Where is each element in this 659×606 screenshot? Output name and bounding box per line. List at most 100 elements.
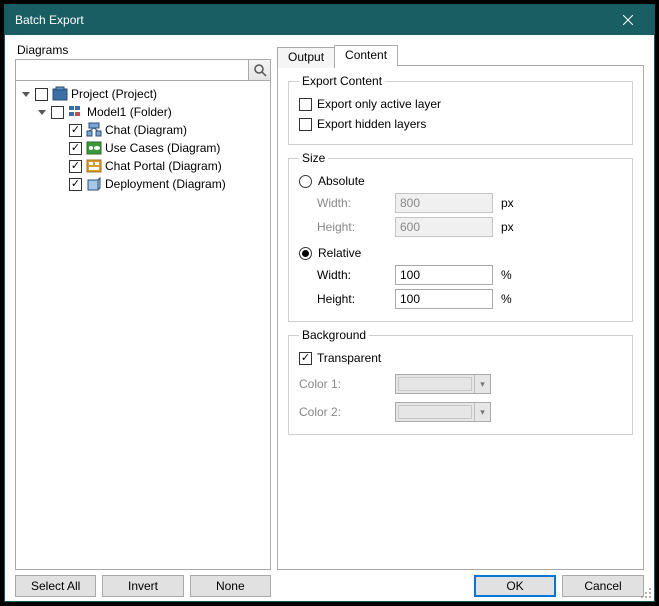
tree-node-label: Use Cases (Diagram) <box>105 141 220 155</box>
relative-width-row: Width: % <box>317 263 624 287</box>
transparent-label: Transparent <box>317 351 381 365</box>
abs-width-input <box>395 193 493 213</box>
color2-row: Color 2: ▾ <box>299 400 624 424</box>
search-icon <box>253 63 267 77</box>
none-button[interactable]: None <box>190 575 271 597</box>
expand-toggle[interactable] <box>20 88 32 100</box>
tree-node-label: Project (Project) <box>71 87 157 101</box>
size-legend: Size <box>299 151 328 165</box>
color1-row: Color 1: ▾ <box>299 372 624 396</box>
color1-label: Color 1: <box>299 377 395 391</box>
project-icon <box>52 86 68 102</box>
tree-node-deployment[interactable]: Deployment (Diagram) <box>18 175 268 193</box>
chevron-down-icon <box>38 108 46 116</box>
export-only-active-layer-row[interactable]: Export only active layer <box>299 94 624 114</box>
tree-checkbox[interactable] <box>51 106 64 119</box>
tree-node-use-cases[interactable]: Use Cases (Diagram) <box>18 139 268 157</box>
tab-content[interactable]: Content <box>334 45 398 66</box>
batch-export-dialog: Batch Export Diagrams Project (Project) <box>4 4 655 602</box>
tree-node-project[interactable]: Project (Project) <box>18 85 268 103</box>
tree-button-row: Select All Invert None <box>15 575 271 597</box>
export-only-active-layer-checkbox[interactable] <box>299 98 312 111</box>
class-diagram-icon <box>86 122 102 138</box>
portal-diagram-icon <box>86 158 102 174</box>
tabs: Output Content <box>277 45 644 66</box>
diagrams-pane: Diagrams Project (Project) <box>15 43 271 597</box>
search-input[interactable] <box>15 59 249 81</box>
close-button[interactable] <box>606 5 650 35</box>
expand-toggle[interactable] <box>36 106 48 118</box>
titlebar: Batch Export <box>5 5 654 35</box>
tree-checkbox[interactable] <box>69 124 82 137</box>
tree-node-label: Model1 (Folder) <box>87 105 172 119</box>
usecase-diagram-icon <box>86 140 102 156</box>
color2-picker: ▾ <box>395 402 491 422</box>
tree-checkbox[interactable] <box>69 142 82 155</box>
export-content-group: Export Content Export only active layer … <box>288 74 633 145</box>
relative-height-row: Height: % <box>317 287 624 311</box>
abs-height-input <box>395 217 493 237</box>
absolute-height-row: Height: px <box>317 215 624 239</box>
select-all-button[interactable]: Select All <box>15 575 96 597</box>
tree-node-chat[interactable]: Chat (Diagram) <box>18 121 268 139</box>
tree-node-label: Deployment (Diagram) <box>105 177 226 191</box>
size-group: Size Absolute Width: px Height: px <box>288 151 633 322</box>
export-hidden-layers-checkbox[interactable] <box>299 118 312 131</box>
relative-radio-row[interactable]: Relative <box>299 243 624 263</box>
transparent-row[interactable]: Transparent <box>299 348 624 368</box>
absolute-radio[interactable] <box>299 175 312 188</box>
diagrams-label: Diagrams <box>17 43 271 57</box>
color1-swatch <box>398 377 472 391</box>
absolute-label: Absolute <box>318 174 365 188</box>
invert-button[interactable]: Invert <box>102 575 183 597</box>
rel-height-unit: % <box>501 292 512 306</box>
rel-height-input[interactable] <box>395 289 493 309</box>
window-title: Batch Export <box>15 13 606 27</box>
rel-width-input[interactable] <box>395 265 493 285</box>
search-button[interactable] <box>249 59 271 81</box>
resize-grip[interactable] <box>638 585 652 599</box>
abs-width-unit: px <box>501 196 514 210</box>
tab-output[interactable]: Output <box>277 47 335 68</box>
content-tab-panel: Export Content Export only active layer … <box>277 65 644 570</box>
search-row <box>15 59 271 81</box>
absolute-radio-row[interactable]: Absolute <box>299 171 624 191</box>
cancel-button[interactable]: Cancel <box>562 575 644 597</box>
folder-icon <box>68 104 84 120</box>
abs-width-label: Width: <box>317 196 395 210</box>
tree-node-label: Chat (Diagram) <box>105 123 187 137</box>
absolute-width-row: Width: px <box>317 191 624 215</box>
background-legend: Background <box>299 328 369 342</box>
relative-radio[interactable] <box>299 247 312 260</box>
abs-height-label: Height: <box>317 220 395 234</box>
chevron-down-icon: ▾ <box>474 403 490 421</box>
tree-checkbox[interactable] <box>69 160 82 173</box>
ok-button[interactable]: OK <box>474 575 556 597</box>
export-content-legend: Export Content <box>299 74 385 88</box>
rel-height-label: Height: <box>317 292 395 306</box>
close-icon <box>623 15 633 25</box>
options-pane: Output Content Export Content Export onl… <box>277 43 644 597</box>
export-hidden-layers-row[interactable]: Export hidden layers <box>299 114 624 134</box>
tree-checkbox[interactable] <box>69 178 82 191</box>
export-hidden-layers-label: Export hidden layers <box>317 117 426 131</box>
rel-width-label: Width: <box>317 268 395 282</box>
dialog-button-row: OK Cancel <box>277 575 644 597</box>
color2-label: Color 2: <box>299 405 395 419</box>
color1-picker: ▾ <box>395 374 491 394</box>
abs-height-unit: px <box>501 220 514 234</box>
chevron-down-icon: ▾ <box>474 375 490 393</box>
diagram-tree[interactable]: Project (Project) Model1 (Folder) Chat (… <box>15 81 271 570</box>
chevron-down-icon <box>22 90 30 98</box>
tree-checkbox[interactable] <box>35 88 48 101</box>
export-only-active-layer-label: Export only active layer <box>317 97 441 111</box>
color2-swatch <box>398 405 472 419</box>
content-area: Diagrams Project (Project) <box>5 35 654 601</box>
background-group: Background Transparent Color 1: ▾ Color … <box>288 328 633 435</box>
transparent-checkbox[interactable] <box>299 352 312 365</box>
deployment-diagram-icon <box>86 176 102 192</box>
tree-node-chat-portal[interactable]: Chat Portal (Diagram) <box>18 157 268 175</box>
tree-node-model1[interactable]: Model1 (Folder) <box>18 103 268 121</box>
relative-label: Relative <box>318 246 361 260</box>
resize-grip-icon <box>638 585 652 599</box>
